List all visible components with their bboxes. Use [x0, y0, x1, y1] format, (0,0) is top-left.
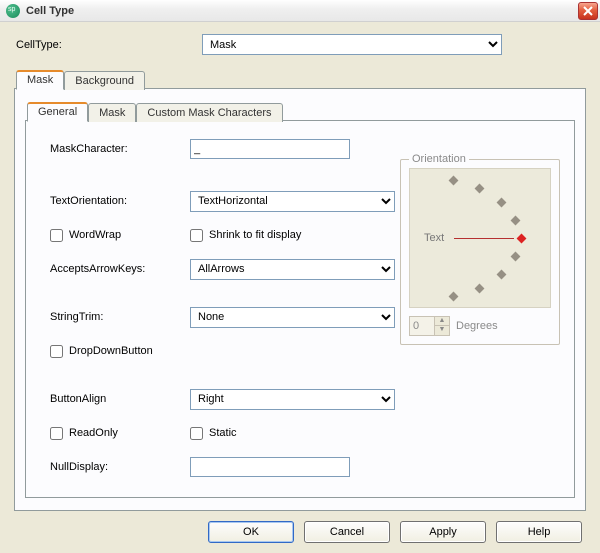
tab-label: Custom Mask Characters [147, 107, 271, 119]
static-label: Static [209, 427, 237, 439]
tab-mask[interactable]: Mask [16, 70, 64, 90]
shrink-checkbox[interactable] [190, 229, 203, 242]
acceptsarrow-label: AcceptsArrowKeys: [50, 263, 190, 275]
orientation-dial-line [454, 238, 514, 239]
textorientation-select[interactable]: TextHorizontal [190, 191, 395, 212]
static-checkbox-wrap[interactable]: Static [190, 427, 237, 440]
outer-tabstrip: Mask Background [14, 69, 586, 88]
stringtrim-select[interactable]: None [190, 307, 395, 328]
window-title: Cell Type [26, 5, 74, 17]
dropdownbutton-checkbox-wrap[interactable]: DropDownButton [50, 345, 153, 358]
titlebar: Cell Type [0, 0, 600, 22]
dial-tick-icon [449, 176, 459, 186]
orientation-dial-text: Text [424, 232, 444, 244]
dial-tick-icon [475, 284, 485, 294]
orientation-group: Orientation Text [400, 159, 560, 345]
inner-tabpanel: MaskCharacter: TextOrientation: TextHori… [25, 120, 575, 498]
ok-button[interactable]: OK [208, 521, 294, 543]
tab-custom-mask[interactable]: Custom Mask Characters [136, 103, 282, 122]
maskchar-input[interactable] [190, 139, 350, 159]
tab-label: Mask [99, 107, 125, 119]
textorientation-label: TextOrientation: [50, 195, 190, 207]
buttonalign-select[interactable]: Right [190, 389, 395, 410]
spin-up-icon[interactable]: ▲ [435, 317, 449, 326]
celltype-label: CellType: [14, 39, 202, 51]
dial-tick-icon [511, 252, 521, 262]
dial-tick-icon [497, 198, 507, 208]
nulldisplay-label: NullDisplay: [50, 461, 190, 473]
degrees-input[interactable] [410, 317, 434, 335]
close-button[interactable] [578, 2, 598, 20]
tab-label: General [38, 106, 77, 118]
celltype-select[interactable]: Mask [202, 34, 502, 55]
wordwrap-label: WordWrap [69, 229, 121, 241]
dial-tick-icon [449, 292, 459, 302]
tab-label: Background [75, 75, 134, 87]
dropdownbutton-label: DropDownButton [69, 345, 153, 357]
nulldisplay-input[interactable] [190, 457, 350, 477]
tab-label: Mask [27, 74, 53, 86]
spin-down-icon[interactable]: ▼ [435, 326, 449, 335]
degrees-spinner[interactable]: ▲ ▼ [409, 316, 450, 336]
dialog-buttons: OK Cancel Apply Help [14, 511, 586, 543]
maskchar-label: MaskCharacter: [50, 143, 190, 155]
app-icon [6, 4, 20, 18]
shrink-label: Shrink to fit display [209, 229, 301, 241]
tab-background[interactable]: Background [64, 71, 145, 90]
readonly-checkbox-wrap[interactable]: ReadOnly [50, 427, 190, 440]
orientation-dial[interactable]: Text [409, 168, 551, 308]
close-icon [583, 6, 593, 16]
tab-mask-inner[interactable]: Mask [88, 103, 136, 122]
tab-general[interactable]: General [27, 102, 88, 122]
dial-handle-icon[interactable] [517, 234, 527, 244]
apply-button[interactable]: Apply [400, 521, 486, 543]
dropdownbutton-checkbox[interactable] [50, 345, 63, 358]
orientation-legend: Orientation [409, 153, 469, 165]
dial-tick-icon [497, 270, 507, 280]
outer-tabpanel: General Mask Custom Mask Characters Mask… [14, 88, 586, 511]
acceptsarrow-select[interactable]: AllArrows [190, 259, 395, 280]
cancel-button[interactable]: Cancel [304, 521, 390, 543]
wordwrap-checkbox-wrap[interactable]: WordWrap [50, 229, 190, 242]
static-checkbox[interactable] [190, 427, 203, 440]
dial-tick-icon [475, 184, 485, 194]
shrink-checkbox-wrap[interactable]: Shrink to fit display [190, 229, 301, 242]
wordwrap-checkbox[interactable] [50, 229, 63, 242]
degrees-label: Degrees [456, 320, 498, 332]
buttonalign-label: ButtonAlign [50, 393, 190, 405]
readonly-checkbox[interactable] [50, 427, 63, 440]
readonly-label: ReadOnly [69, 427, 118, 439]
dial-tick-icon [511, 216, 521, 226]
help-button[interactable]: Help [496, 521, 582, 543]
stringtrim-label: StringTrim: [50, 311, 190, 323]
inner-tabstrip: General Mask Custom Mask Characters [25, 101, 575, 120]
